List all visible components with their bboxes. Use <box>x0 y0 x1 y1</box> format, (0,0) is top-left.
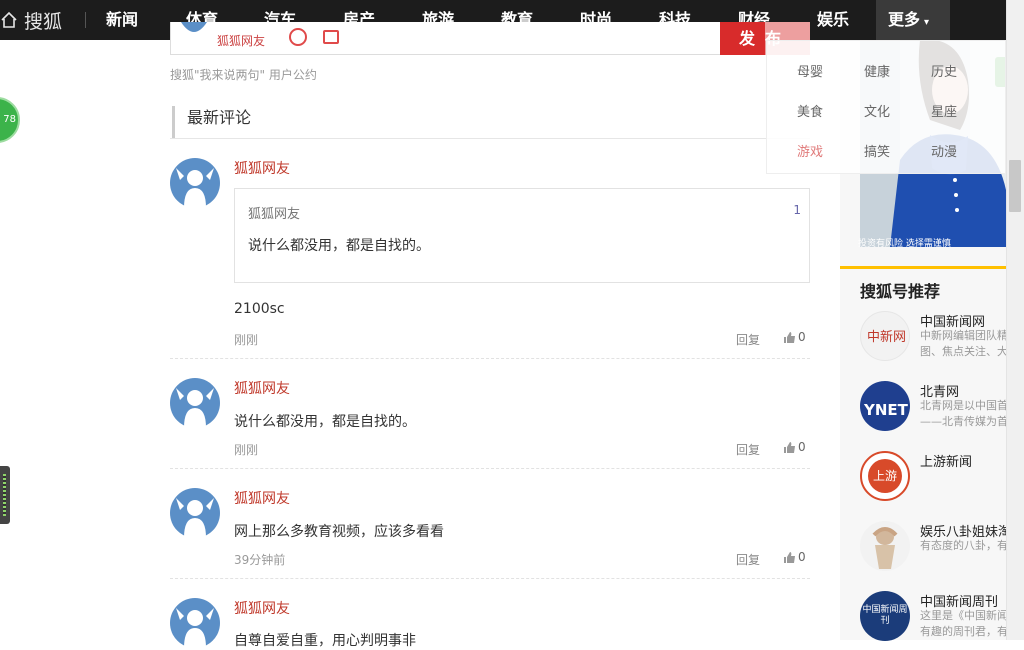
floating-badge[interactable]: 78 <box>0 97 20 143</box>
menu-item-funny[interactable]: 搞笑 <box>864 141 890 160</box>
like-button[interactable]: 0 <box>783 550 806 564</box>
comment-time: 刚刚 <box>234 333 259 347</box>
home-icon <box>1 11 17 28</box>
menu-item-baby[interactable]: 母婴 <box>797 61 823 80</box>
reply-button[interactable]: 回复 <box>736 331 760 348</box>
menu-item-horoscope[interactable]: 星座 <box>931 101 957 120</box>
like-button[interactable]: 0 <box>783 330 806 344</box>
current-user-name: 狐狐网友 <box>217 34 266 48</box>
rec-logo-gossip[interactable] <box>860 521 910 571</box>
person-icon <box>872 527 898 569</box>
comment-username[interactable]: 狐狐网友 <box>234 598 290 618</box>
comment-time: 刚刚 <box>234 443 259 457</box>
like-count: 0 <box>798 550 806 564</box>
floor-number: 1 <box>793 203 801 217</box>
rec-logo-text: 中国新闻周刊 <box>862 605 908 626</box>
thumbs-up-icon <box>784 441 795 453</box>
sidebar-accent-line <box>840 266 1006 269</box>
rec-logo-chinanews[interactable]: 中新网 <box>860 311 910 361</box>
menu-item-history[interactable]: 历史 <box>931 61 957 80</box>
rec-desc: 北青网是以中国首 <box>920 399 1006 412</box>
nav-more-button[interactable]: 更多 ▾ <box>876 0 950 40</box>
avatar[interactable] <box>170 598 220 648</box>
nav-item-news[interactable]: 新闻 <box>106 0 138 40</box>
comment-input-box[interactable]: 狐狐网友 <box>170 22 810 55</box>
rec-desc: 图、焦点关注、大 <box>920 345 1006 358</box>
thumbs-up-icon <box>784 551 795 563</box>
scrollbar-thumb[interactable] <box>1009 160 1021 212</box>
more-dropdown-menu: 母婴 健康 历史 美食 文化 星座 游戏 搞笑 动漫 <box>766 40 1006 174</box>
quoted-text: 说什么都没用，都是自找的。 <box>248 238 430 254</box>
rec-logo-shangyou[interactable]: 上游 <box>860 451 910 501</box>
rec-desc: ——北青传媒为首 <box>920 415 1006 428</box>
image-upload-icon[interactable] <box>323 30 339 44</box>
nav-item-entertainment[interactable]: 娱乐 <box>817 0 849 40</box>
side-meter-widget[interactable] <box>0 466 10 524</box>
rec-logo-text: 中新网 <box>867 330 907 345</box>
emoji-icon[interactable] <box>289 28 307 46</box>
recommend-title: 搜狐号推荐 <box>860 282 941 301</box>
comment-divider <box>170 578 810 579</box>
nav-more-label: 更多 <box>888 10 921 29</box>
comment-time: 39分钟前 <box>234 553 286 567</box>
like-button[interactable]: 0 <box>783 440 806 454</box>
avatar[interactable] <box>170 158 220 208</box>
ad-caption: 投资有风险 选择需谨慎 <box>858 239 951 249</box>
user-pact-link[interactable]: 搜狐"我来说两句" 用户公约 <box>170 66 317 83</box>
rec-logo-text: 上游 <box>868 459 902 493</box>
avatar <box>181 22 207 32</box>
menu-item-games[interactable]: 游戏 <box>797 141 823 160</box>
comment-username[interactable]: 狐狐网友 <box>234 378 290 398</box>
menu-item-food[interactable]: 美食 <box>797 101 823 120</box>
rec-desc: 有趣的周刊君，有 <box>920 625 1006 638</box>
thumbs-up-icon <box>784 331 795 343</box>
menu-item-culture[interactable]: 文化 <box>864 101 890 120</box>
meter-bar <box>3 474 6 516</box>
comment-text: 自尊自爱自重，用心判明事非 <box>234 633 416 649</box>
latest-comments-heading: 最新评论 <box>172 106 810 138</box>
avatar[interactable] <box>170 488 220 538</box>
reply-button[interactable]: 回复 <box>736 441 760 458</box>
quoted-comment: 狐狐网友 1 说什么都没用，都是自找的。 <box>234 188 810 283</box>
like-count: 0 <box>798 330 806 344</box>
quoted-username: 狐狐网友 <box>248 207 301 222</box>
comment-text: 网上那么多教育视频，应该多看看 <box>234 524 444 540</box>
menu-item-anime[interactable]: 动漫 <box>931 141 957 160</box>
rec-logo-text: YNET <box>864 401 908 419</box>
reply-button[interactable]: 回复 <box>736 551 760 568</box>
logo-text: 搜狐 <box>24 10 63 33</box>
divider <box>170 138 810 139</box>
like-count: 0 <box>798 440 806 454</box>
chevron-down-icon: ▾ <box>924 17 930 28</box>
scrollbar-track[interactable] <box>1006 0 1024 640</box>
rec-desc: 有态度的八卦，有 <box>920 539 1006 552</box>
comment-text: 说什么都没用，都是自找的。 <box>234 414 416 430</box>
comment-username[interactable]: 狐狐网友 <box>234 158 290 178</box>
comment-text: 2100sc <box>234 301 285 317</box>
sohu-logo[interactable]: 搜狐 <box>0 8 63 33</box>
nav-divider <box>85 12 86 28</box>
rec-logo-newsweek[interactable]: 中国新闻周刊 <box>860 591 910 641</box>
menu-item-health[interactable]: 健康 <box>864 61 890 80</box>
rec-name[interactable]: 上游新闻 <box>920 451 972 470</box>
rec-desc: 中新网编辑团队精 <box>920 329 1006 342</box>
rec-logo-ynet[interactable]: YNET <box>860 381 910 431</box>
rec-desc: 这里是《中国新闻 <box>920 609 1006 622</box>
comment-username[interactable]: 狐狐网友 <box>234 488 290 508</box>
avatar[interactable] <box>170 378 220 428</box>
comment-divider <box>170 468 810 469</box>
comment-divider <box>170 358 810 359</box>
